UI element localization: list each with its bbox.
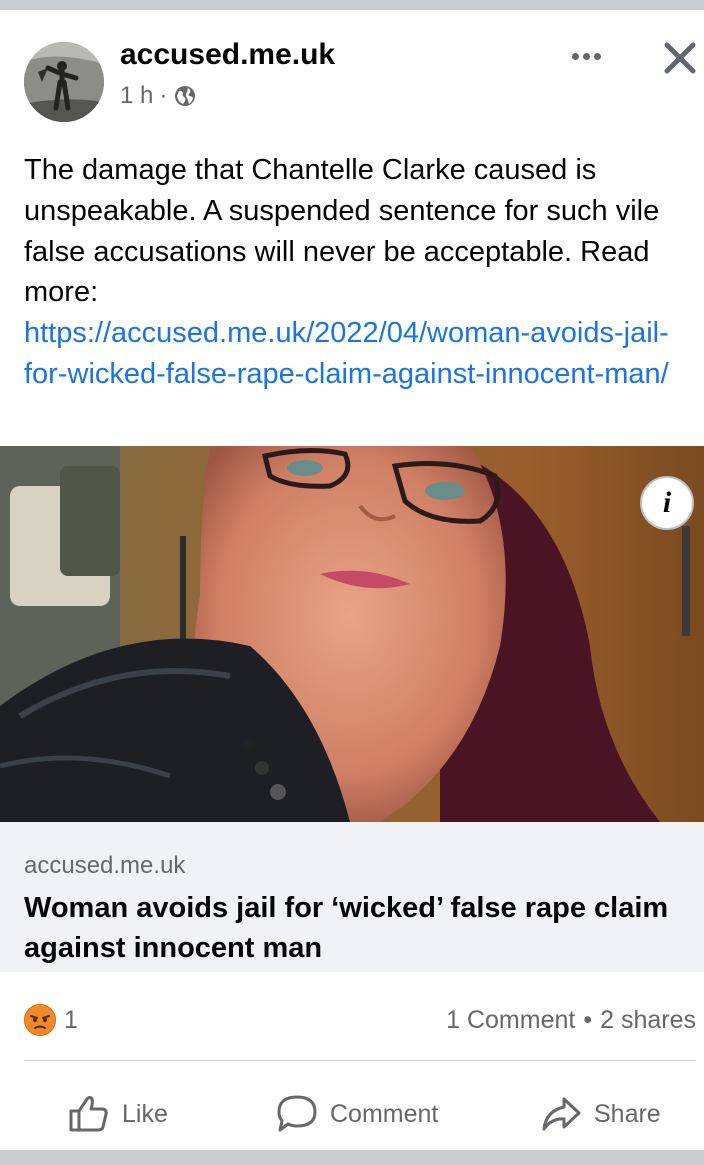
avatar-image (24, 42, 104, 122)
share-icon (542, 1097, 581, 1131)
link-domain: accused.me.uk (24, 852, 186, 879)
comment-icon (277, 1095, 317, 1132)
comment-count[interactable]: 1 Comment (446, 1004, 575, 1036)
divider (24, 1060, 696, 1061)
globe-icon (175, 86, 196, 106)
angry-reaction-icon[interactable] (24, 1004, 56, 1036)
more-options-icon[interactable] (566, 38, 606, 74)
page-avatar[interactable] (24, 42, 104, 122)
comment-label: Comment (330, 1099, 439, 1128)
info-icon[interactable]: i (640, 476, 694, 530)
engagement-stats: 1 Comment • 2 shares (446, 1004, 696, 1036)
close-icon[interactable] (656, 34, 704, 82)
share-button[interactable]: Share (540, 1086, 661, 1142)
post-card: accused.me.uk 1 h · The damage that Chan… (0, 10, 704, 1150)
page-name[interactable]: accused.me.uk (120, 38, 335, 72)
post-text: The damage that Chantelle Clarke caused … (24, 150, 694, 395)
share-label: Share (594, 1099, 661, 1128)
link-preview-card[interactable]: accused.me.uk Woman avoids jail for ‘wic… (0, 822, 704, 972)
post-time[interactable]: 1 h (120, 82, 153, 110)
stats-separator: • (583, 1006, 593, 1034)
share-count[interactable]: 2 shares (600, 1004, 696, 1036)
post-link[interactable]: https://accused.me.uk/2022/04/woman-avoi… (24, 313, 694, 395)
link-title[interactable]: Woman avoids jail for ‘wicked’ false rap… (24, 888, 684, 968)
post-meta: 1 h · (120, 82, 197, 110)
like-button[interactable]: Like (68, 1086, 168, 1142)
preview-image[interactable] (0, 446, 704, 822)
meta-separator: · (159, 82, 168, 109)
comment-button[interactable]: Comment (276, 1086, 438, 1142)
thumbs-up-icon (69, 1096, 108, 1132)
like-label: Like (122, 1099, 168, 1128)
reaction-count[interactable]: 1 (64, 1004, 78, 1036)
post-body: The damage that Chantelle Clarke caused … (24, 154, 660, 309)
